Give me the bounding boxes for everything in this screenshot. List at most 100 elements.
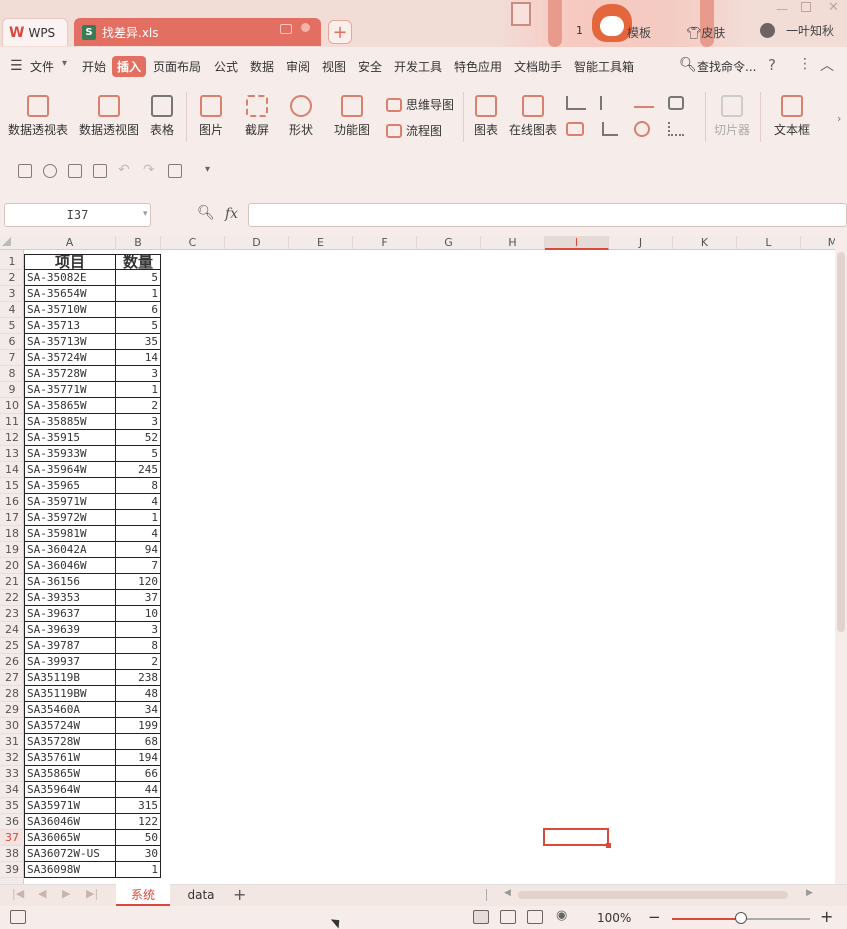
row-header[interactable]: 10 <box>0 398 24 414</box>
menu-formula[interactable]: 公式 <box>214 58 238 75</box>
cell-item[interactable]: SA-35724W <box>24 350 116 366</box>
cell-quantity[interactable]: 52 <box>116 430 161 446</box>
row-header[interactable]: 4 <box>0 302 24 318</box>
cell-item[interactable]: SA36046W <box>24 814 116 830</box>
cell-item[interactable]: SA-35082E <box>24 270 116 286</box>
row-header[interactable]: 12 <box>0 430 24 446</box>
cell-item[interactable]: SA35761W <box>24 750 116 766</box>
cell-item[interactable]: SA-35710W <box>24 302 116 318</box>
cell-item[interactable]: SA35119BW <box>24 686 116 702</box>
row-header[interactable]: 16 <box>0 494 24 510</box>
cell-quantity[interactable]: 37 <box>116 590 161 606</box>
chevron-down-icon[interactable]: ▾ <box>62 58 67 69</box>
cell-quantity[interactable]: 48 <box>116 686 161 702</box>
menu-developer[interactable]: 开发工具 <box>394 58 442 75</box>
column-chart-icon[interactable] <box>566 96 586 110</box>
cell-quantity[interactable]: 4 <box>116 494 161 510</box>
row-header[interactable]: 27 <box>0 670 24 686</box>
cell-quantity[interactable]: 1 <box>116 286 161 302</box>
row-header[interactable]: 13 <box>0 446 24 462</box>
cell-quantity[interactable]: 1 <box>116 382 161 398</box>
more-icon[interactable]: ⋮ <box>798 56 812 72</box>
menu-insert[interactable]: 插入 <box>112 56 147 77</box>
cell-item[interactable]: SA-35728W <box>24 366 116 382</box>
row-header[interactable]: 11 <box>0 414 24 430</box>
row-header[interactable]: 17 <box>0 510 24 526</box>
search-icon[interactable]: 🔍︎ <box>679 57 697 73</box>
cell-quantity[interactable]: 199 <box>116 718 161 734</box>
row-header[interactable]: 29 <box>0 702 24 718</box>
cell-quantity[interactable]: 238 <box>116 670 161 686</box>
cell-item[interactable]: SA-36156 <box>24 574 116 590</box>
active-cell-selection[interactable] <box>543 828 609 846</box>
cell-item[interactable]: SA-35933W <box>24 446 116 462</box>
cell-item[interactable]: SA-35771W <box>24 382 116 398</box>
cell-item[interactable]: SA36098W <box>24 862 116 878</box>
function-chart-button[interactable]: 功能图 <box>328 95 376 138</box>
menu-home[interactable]: 开始 <box>82 58 106 75</box>
select-all-corner[interactable] <box>2 237 11 246</box>
cell-item[interactable]: SA-39637 <box>24 606 116 622</box>
column-header[interactable]: K <box>673 236 737 250</box>
cell-quantity[interactable]: 2 <box>116 398 161 414</box>
cell-quantity[interactable]: 10 <box>116 606 161 622</box>
close-window-button[interactable]: ✕ <box>828 0 839 15</box>
cell-quantity[interactable]: 6 <box>116 302 161 318</box>
row-header[interactable]: 20 <box>0 558 24 574</box>
cell-item[interactable]: SA36072W-US <box>24 846 116 862</box>
menu-doc-assistant[interactable]: 文档助手 <box>514 58 562 75</box>
picture-button[interactable]: 图片 <box>192 95 230 138</box>
zoom-in-button[interactable]: + <box>820 907 833 926</box>
cell-quantity[interactable]: 5 <box>116 270 161 286</box>
row-header[interactable]: 15 <box>0 478 24 494</box>
cell-quantity[interactable]: 2 <box>116 654 161 670</box>
page-break-view-icon[interactable] <box>500 910 516 924</box>
row-header[interactable]: 2 <box>0 270 24 286</box>
menu-security[interactable]: 安全 <box>358 58 382 75</box>
bar-chart-icon[interactable] <box>600 96 618 110</box>
cell-item[interactable]: SA-36042A <box>24 542 116 558</box>
row-header[interactable]: 9 <box>0 382 24 398</box>
row-header[interactable]: 32 <box>0 750 24 766</box>
column-header[interactable]: D <box>225 236 289 250</box>
cell-quantity[interactable]: 194 <box>116 750 161 766</box>
cell-item[interactable]: SA-35713W <box>24 334 116 350</box>
cell-item[interactable]: SA-35965 <box>24 478 116 494</box>
user-name[interactable]: 一叶知秋 <box>786 22 834 39</box>
tab-splitter[interactable] <box>486 889 487 901</box>
column-header[interactable]: I <box>545 236 609 250</box>
row-header[interactable]: 3 <box>0 286 24 302</box>
table-button[interactable]: 表格 <box>146 95 178 138</box>
row-header[interactable]: 38 <box>0 846 24 862</box>
cell-item[interactable]: SA35728W <box>24 734 116 750</box>
row-header[interactable]: 35 <box>0 798 24 814</box>
collapse-ribbon-icon[interactable]: ︿ <box>820 55 834 75</box>
cell-quantity[interactable]: 66 <box>116 766 161 782</box>
column-header[interactable]: B <box>116 236 161 250</box>
cell-item[interactable]: SA-39353 <box>24 590 116 606</box>
line-chart-icon[interactable] <box>634 98 654 108</box>
cell-quantity[interactable]: 8 <box>116 478 161 494</box>
row-header[interactable]: 36 <box>0 814 24 830</box>
cell-item[interactable]: SA-39937 <box>24 654 116 670</box>
cell-quantity[interactable]: 3 <box>116 366 161 382</box>
sheet-tab-active[interactable]: 系统 <box>116 884 170 906</box>
name-box-dropdown-icon[interactable]: ▾ <box>143 209 148 219</box>
menu-data[interactable]: 数据 <box>250 58 274 75</box>
help-icon[interactable]: ? <box>768 56 776 74</box>
cell-quantity[interactable]: 7 <box>116 558 161 574</box>
zoom-formula-icon[interactable]: 🔍︎ <box>197 205 215 221</box>
ribbon-scroll-right-icon[interactable]: › <box>837 112 841 125</box>
row-header[interactable]: 19 <box>0 542 24 558</box>
cell-item[interactable]: SA-35885W <box>24 414 116 430</box>
cell-quantity[interactable]: 3 <box>116 622 161 638</box>
row-header[interactable]: 34 <box>0 782 24 798</box>
cell-item[interactable]: SA-35654W <box>24 286 116 302</box>
header-cell-item[interactable]: 项目 <box>24 254 116 270</box>
cell-item[interactable]: SA-35964W <box>24 462 116 478</box>
cell-item[interactable]: SA-39787 <box>24 638 116 654</box>
macro-recorder-icon[interactable] <box>10 910 26 924</box>
scatter-chart-icon[interactable] <box>668 122 684 136</box>
fill-handle[interactable] <box>606 843 611 848</box>
row-header[interactable]: 24 <box>0 622 24 638</box>
